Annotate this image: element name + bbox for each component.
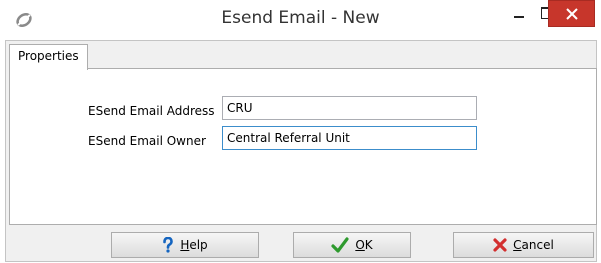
close-icon [566, 8, 578, 20]
help-button[interactable]: Help [111, 232, 259, 258]
email-owner-field[interactable]: Central Referral Unit [222, 126, 477, 150]
ok-button-label: OK [355, 238, 373, 252]
question-mark-icon [163, 237, 174, 253]
cancel-button[interactable]: Cancel [453, 232, 594, 258]
ok-button[interactable]: OK [293, 232, 411, 258]
email-address-label: ESend Email Address [88, 104, 215, 118]
title-bar: Esend Email - New [0, 0, 601, 40]
email-owner-label: ESend Email Owner [88, 134, 206, 148]
help-button-label: Help [180, 238, 208, 252]
minimize-button[interactable] [505, 0, 535, 27]
close-button[interactable] [548, 0, 595, 27]
tab-properties[interactable]: Properties [9, 44, 88, 70]
x-mark-icon [493, 238, 507, 252]
email-address-field[interactable]: CRU [222, 96, 477, 120]
cancel-button-label: Cancel [513, 238, 554, 252]
checkmark-icon [331, 237, 349, 253]
